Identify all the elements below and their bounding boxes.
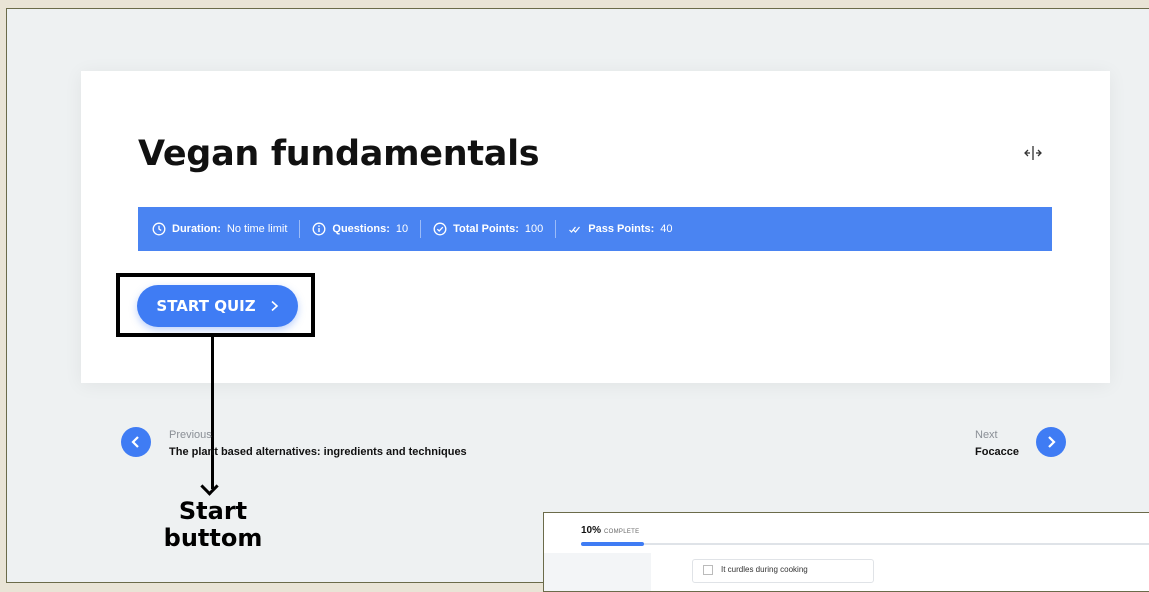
total-points-label: Total Points: (453, 223, 519, 235)
quiz-progress-thumbnail: 10%COMPLETE 36 It curdles during cooking (543, 512, 1149, 592)
pass-points-info: Pass Points: 40 (568, 222, 673, 236)
duration-value: No time limit (226, 223, 288, 235)
answer-option[interactable]: It curdles during cooking (692, 559, 874, 583)
total-points-value: 100 (524, 223, 544, 235)
previous-lesson-button[interactable] (121, 427, 151, 457)
quiz-info-bar: Duration: No time limit Questions: 10 To… (138, 207, 1052, 251)
next-label: Next (975, 429, 998, 441)
questions-value: 10 (395, 223, 409, 235)
page-title: Vegan fundamentals (138, 134, 540, 174)
annotation-arrow-line (211, 337, 214, 489)
thumbnail-sidebar (544, 553, 651, 591)
previous-label: Previous (169, 429, 212, 441)
progress-complete-label: COMPLETE (604, 529, 640, 535)
progress-percent-value: 10% (581, 525, 602, 536)
next-lesson-button[interactable] (1036, 427, 1066, 457)
annotation-label: Start buttom (150, 498, 276, 552)
duration-info: Duration: No time limit (152, 222, 287, 236)
previous-lesson-link[interactable]: The plant based alternatives: ingredient… (169, 446, 467, 458)
divider (555, 220, 557, 238)
total-points-info: Total Points: 100 (433, 222, 543, 236)
chevron-right-icon (1048, 436, 1056, 448)
annotation-highlight-box (116, 273, 315, 337)
progress-fill (581, 542, 644, 546)
progress-track (581, 543, 1149, 545)
answer-option-text: It curdles during cooking (721, 565, 808, 574)
divider (299, 220, 301, 238)
questions-label: Questions: (332, 223, 390, 235)
divider (420, 220, 422, 238)
double-check-icon (569, 226, 581, 233)
pass-points-value: 40 (660, 223, 673, 235)
pass-points-label: Pass Points: (588, 223, 655, 235)
questions-info: Questions: 10 (312, 222, 408, 236)
expand-icon[interactable] (1022, 144, 1044, 162)
check-circle-icon (433, 222, 447, 236)
info-icon (312, 222, 326, 236)
checkbox[interactable] (703, 565, 713, 575)
annotation-line-2: buttom (163, 524, 263, 552)
clock-icon (152, 222, 166, 236)
annotation-line-1: Start (178, 497, 248, 525)
progress-percent: 10% COMPLETE (581, 525, 639, 536)
chevron-left-icon (131, 436, 139, 448)
next-lesson-link[interactable]: Focacce (975, 446, 1019, 458)
duration-label: Duration: (172, 223, 221, 235)
